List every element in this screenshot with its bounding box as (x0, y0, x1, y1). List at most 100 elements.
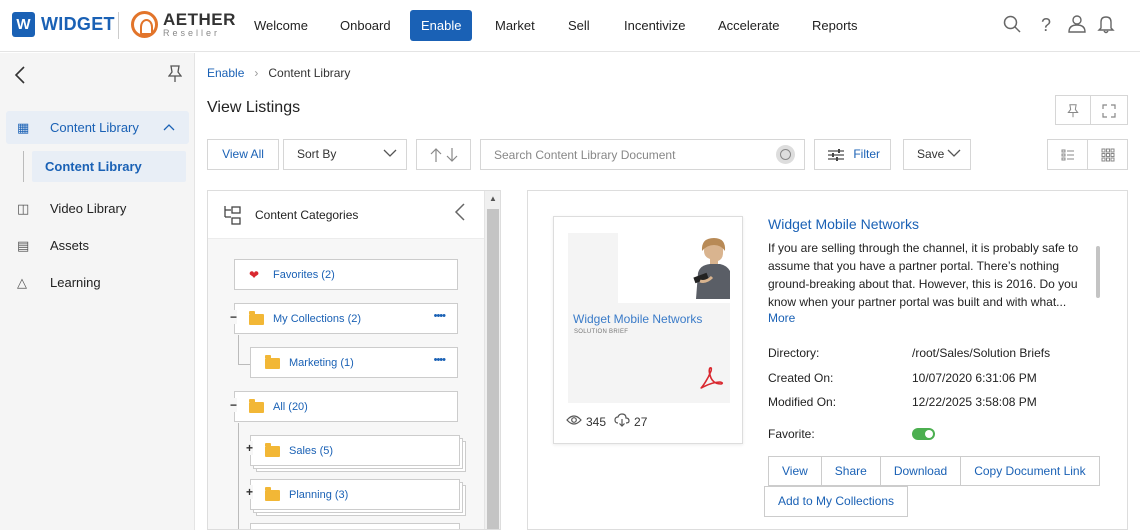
nav-market[interactable]: Market (484, 10, 546, 41)
save-label: Save (917, 147, 945, 161)
collapse-toggle-icon[interactable]: − (230, 310, 238, 324)
scroll-up-icon[interactable]: ▲ (489, 194, 497, 203)
filter-button[interactable]: Filter (814, 139, 891, 170)
category-planning[interactable]: Planning (3) (250, 479, 460, 510)
created-on-value: 10/07/2020 6:31:06 PM (912, 371, 1037, 385)
categories-scrollbar[interactable]: ▲ (484, 191, 500, 529)
document-title[interactable]: Widget Mobile Networks (768, 216, 919, 232)
breadcrumb-enable-link[interactable]: Enable (207, 66, 244, 80)
folder-icon (265, 486, 281, 502)
sort-direction-button[interactable] (416, 139, 471, 170)
graduation-cap-icon: △ (17, 274, 27, 290)
category-label: My Collections (2) (273, 312, 362, 325)
sidebar-item-video-library[interactable]: ◫ Video Library (6, 192, 189, 225)
notification-bell-icon[interactable] (1095, 14, 1117, 36)
aether-subtitle: Reseller (163, 28, 221, 38)
pin-icon[interactable] (167, 65, 183, 87)
collapse-sidebar-icon[interactable] (14, 65, 26, 91)
widget-logo-text: WIDGET (41, 14, 115, 34)
category-all[interactable]: All (20) (234, 391, 458, 422)
favorite-toggle[interactable] (912, 428, 935, 440)
chevron-down-icon (383, 140, 397, 169)
chevron-down-icon (947, 140, 961, 169)
search-icon[interactable] (1001, 14, 1023, 36)
nav-reports[interactable]: Reports (801, 10, 869, 41)
scrollbar-thumb[interactable] (487, 209, 499, 529)
category-label: Favorites (2) (273, 268, 335, 281)
filter-label: Filter (853, 147, 881, 161)
aether-title: AETHER (163, 10, 236, 29)
video-icon: ◫ (17, 200, 30, 216)
folder-icon (265, 442, 281, 458)
sort-by-label: Sort By (297, 147, 337, 161)
heart-icon: ❤ (249, 267, 260, 282)
sidebar: ▦ Content Library Content Library ◫ Vide… (0, 53, 195, 530)
person-photo-icon (693, 238, 730, 299)
fullscreen-button[interactable] (1090, 95, 1128, 125)
save-dropdown-button[interactable]: Save (903, 139, 971, 170)
category-tree-icon (222, 205, 242, 230)
expand-toggle-icon[interactable]: + (246, 485, 254, 499)
categories-tree: ❤ Favorites (2) My Collections (2) •••• … (208, 239, 484, 529)
nav-welcome[interactable]: Welcome (243, 10, 319, 41)
share-button[interactable]: Share (821, 457, 881, 485)
created-on-label: Created On: (768, 371, 834, 385)
document-stats: 345 27 (566, 413, 647, 430)
user-icon[interactable] (1066, 14, 1088, 36)
nav-accelerate[interactable]: Accelerate (707, 10, 790, 41)
category-sales[interactable]: Sales (5) (250, 435, 460, 466)
nav-enable[interactable]: Enable (410, 10, 472, 41)
sidebar-item-learning[interactable]: △ Learning (6, 266, 189, 299)
search-input[interactable] (480, 139, 805, 170)
nav-onboard[interactable]: Onboard (329, 10, 402, 41)
list-view-button[interactable] (1047, 139, 1088, 170)
category-favorites[interactable]: ❤ Favorites (2) (234, 259, 458, 290)
sort-by-select[interactable]: Sort By (283, 139, 407, 170)
sidebar-tree-line (23, 151, 24, 182)
sidebar-item-content-library[interactable]: ▦ Content Library (6, 111, 189, 144)
more-link[interactable]: More (768, 311, 795, 325)
sidebar-subitem-content-library[interactable]: Content Library (32, 151, 186, 182)
document-thumbnail[interactable]: Widget Mobile Networks SOLUTION BRIEF (568, 233, 730, 403)
category-next-partial[interactable] (250, 523, 460, 529)
logo-divider (118, 12, 119, 39)
description-scrollbar[interactable] (1094, 240, 1102, 308)
more-options-icon[interactable]: •••• (434, 310, 446, 322)
thumbnail-title: Widget Mobile Networks (573, 312, 703, 326)
search-submit-icon[interactable] (776, 145, 795, 164)
category-label: Sales (5) (289, 444, 334, 457)
expand-toggle-icon[interactable]: + (246, 441, 254, 455)
chevron-up-icon[interactable] (163, 122, 175, 134)
widget-logo[interactable]: W WIDGET (12, 12, 115, 37)
page-title: View Listings (207, 99, 301, 116)
nav-sell[interactable]: Sell (557, 10, 601, 41)
thumbnail-photo (618, 233, 730, 303)
sidebar-item-label: Assets (50, 238, 90, 253)
copy-document-link-button[interactable]: Copy Document Link (961, 457, 1099, 485)
breadcrumb-current: Content Library (268, 66, 351, 80)
document-thumbnail-card[interactable]: Widget Mobile Networks SOLUTION BRIEF (553, 216, 743, 444)
modified-on-value: 12/22/2025 3:58:08 PM (912, 395, 1037, 409)
download-count: 27 (634, 414, 648, 429)
category-my-collections[interactable]: My Collections (2) •••• (234, 303, 458, 334)
view-button[interactable]: View (769, 457, 822, 485)
sidebar-item-label: Content Library (50, 120, 139, 135)
grid-view-button[interactable] (1087, 139, 1128, 170)
nav-incentivize[interactable]: Incentivize (613, 10, 696, 41)
pin-view-button[interactable] (1055, 95, 1091, 125)
add-to-my-collections-button[interactable]: Add to My Collections (764, 486, 909, 517)
more-options-icon[interactable]: •••• (434, 354, 446, 366)
collapse-panel-icon[interactable] (454, 202, 466, 228)
description-scroll-thumb[interactable] (1096, 246, 1100, 298)
view-all-button[interactable]: View All (207, 139, 279, 170)
sidebar-item-assets[interactable]: ▤ Assets (6, 229, 189, 262)
help-icon[interactable]: ? (1035, 14, 1057, 36)
collapse-toggle-icon[interactable]: − (230, 398, 238, 412)
content-categories-panel: Content Categories ❤ Favorites (2) My Co… (207, 190, 501, 530)
tree-line (238, 364, 250, 365)
directory-label: Directory: (768, 346, 820, 360)
download-button[interactable]: Download (880, 457, 962, 485)
category-marketing[interactable]: Marketing (1) •••• (250, 347, 458, 378)
folder-open-icon (249, 398, 265, 414)
list-view-icon (1061, 147, 1075, 161)
